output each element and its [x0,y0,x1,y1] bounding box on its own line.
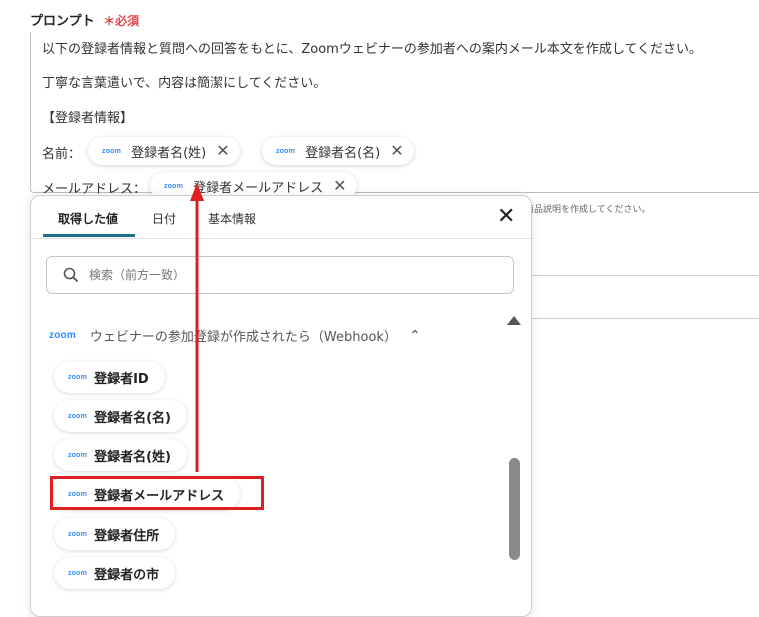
annotation-arrow [190,183,204,472]
